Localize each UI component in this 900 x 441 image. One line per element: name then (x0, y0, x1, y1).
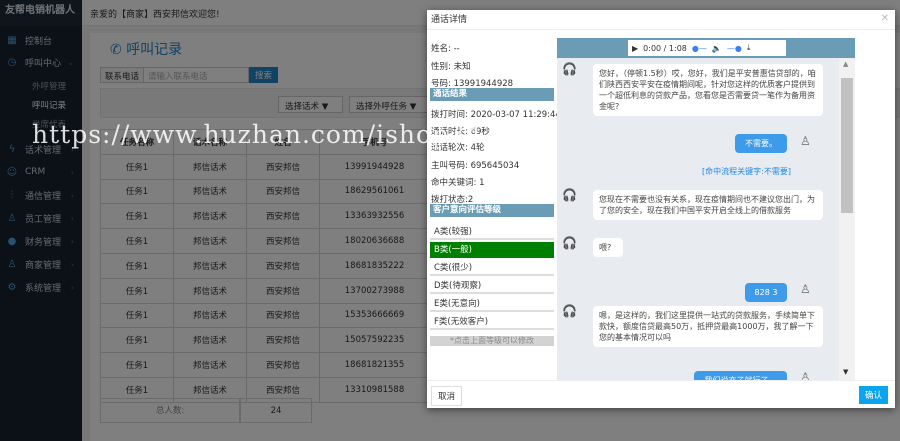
chat-scrollbar[interactable]: ▲ ▼ (839, 58, 855, 380)
close-icon[interactable]: ✕ (881, 13, 889, 24)
level-b[interactable]: B类(一般) (430, 242, 554, 258)
scrollbar-thumb[interactable] (841, 78, 853, 213)
level-d[interactable]: D类(待观察) (430, 278, 554, 294)
robot-message: 您现在不需要也没有关系，现在疫情期间也不建议您出门，为了您的安全，现在我们中国平… (593, 190, 823, 220)
progress-slider[interactable]: ●— (692, 44, 707, 53)
audio-bar: ▶ 0:00 / 1:08 ●— 🔈 —● ⤓ (557, 38, 855, 58)
level-a[interactable]: A类(较强) (430, 224, 554, 240)
level-e[interactable]: E类(无意向) (430, 296, 554, 312)
robot-avatar-icon: 🎧 (562, 188, 577, 202)
section-call-result: 通话结果 (430, 88, 554, 101)
scroll-down-icon[interactable]: ▼ (843, 368, 848, 376)
volume-icon[interactable]: 🔈 (712, 44, 722, 53)
level-c[interactable]: C类(很少) (430, 260, 554, 276)
robot-message: 您好，（停顿1.5秒）哎，您好，我们是平安普惠信贷部的，咱们陕西西安平安在疫情期… (593, 64, 823, 116)
scroll-up-icon[interactable]: ▲ (843, 60, 848, 68)
user-message: 不需要。 (735, 134, 787, 153)
user-avatar-icon: ♙ (800, 134, 811, 148)
audio-player[interactable]: ▶ 0:00 / 1:08 ●— 🔈 —● ⤓ (628, 40, 786, 56)
cancel-button[interactable]: 取消 (431, 386, 463, 406)
caller-number: 主叫号码: 695645034 (431, 161, 520, 171)
modal-title: 通话详情 (427, 10, 895, 30)
call-time: 拨打时间: 2020-03-07 11:29:44 (431, 110, 561, 120)
robot-avatar-icon: 🎧 (562, 62, 577, 76)
level-note: *点击上面等级可以修改 (430, 336, 554, 346)
robot-avatar-icon: 🎧 (562, 304, 577, 318)
modal-footer: 取消 确认 (427, 380, 895, 408)
contact-gender: 性别: 未知 (431, 62, 471, 72)
level-f[interactable]: F类(无效客户) (430, 314, 554, 330)
robot-message: 喂? (593, 238, 623, 257)
robot-avatar-icon: 🎧 (562, 236, 577, 250)
user-message: 我们说亦了就行了。 (694, 371, 787, 380)
keyword-hit: [命中流程关键字:不需要] (702, 167, 791, 176)
hit-keywords: 命中关键词: 1 (431, 178, 485, 188)
user-avatar-icon: ♙ (800, 282, 811, 296)
play-icon[interactable]: ▶ (632, 44, 638, 53)
user-message: 828 3 (745, 283, 787, 302)
call-detail-modal: 通话详情 ✕ 姓名: -- 性别: 未知 号码: 13991944928 通话结… (427, 10, 895, 408)
section-intent-level: 客户意向评估等级 (430, 204, 554, 217)
download-icon[interactable]: ⤓ (747, 43, 751, 53)
user-avatar-icon: ♙ (800, 370, 811, 380)
volume-slider[interactable]: —● (727, 44, 742, 53)
contact-name: 姓名: -- (431, 44, 460, 54)
call-rounds: 通话轮次: 4轮 (431, 143, 485, 153)
robot-message: 嗯，是这样的，我们这里提供一站式的贷款服务，手续简单下款快，额度信贷最高50万，… (593, 306, 823, 347)
audio-time: 0:00 / 1:08 (643, 43, 687, 53)
call-duration: 通话时长: 69秒 (431, 127, 490, 137)
chat-transcript: ▶ 0:00 / 1:08 ●— 🔈 —● ⤓ 🎧 您好，（停顿1.5秒）哎，您… (557, 38, 855, 380)
confirm-button[interactable]: 确认 (858, 386, 888, 404)
